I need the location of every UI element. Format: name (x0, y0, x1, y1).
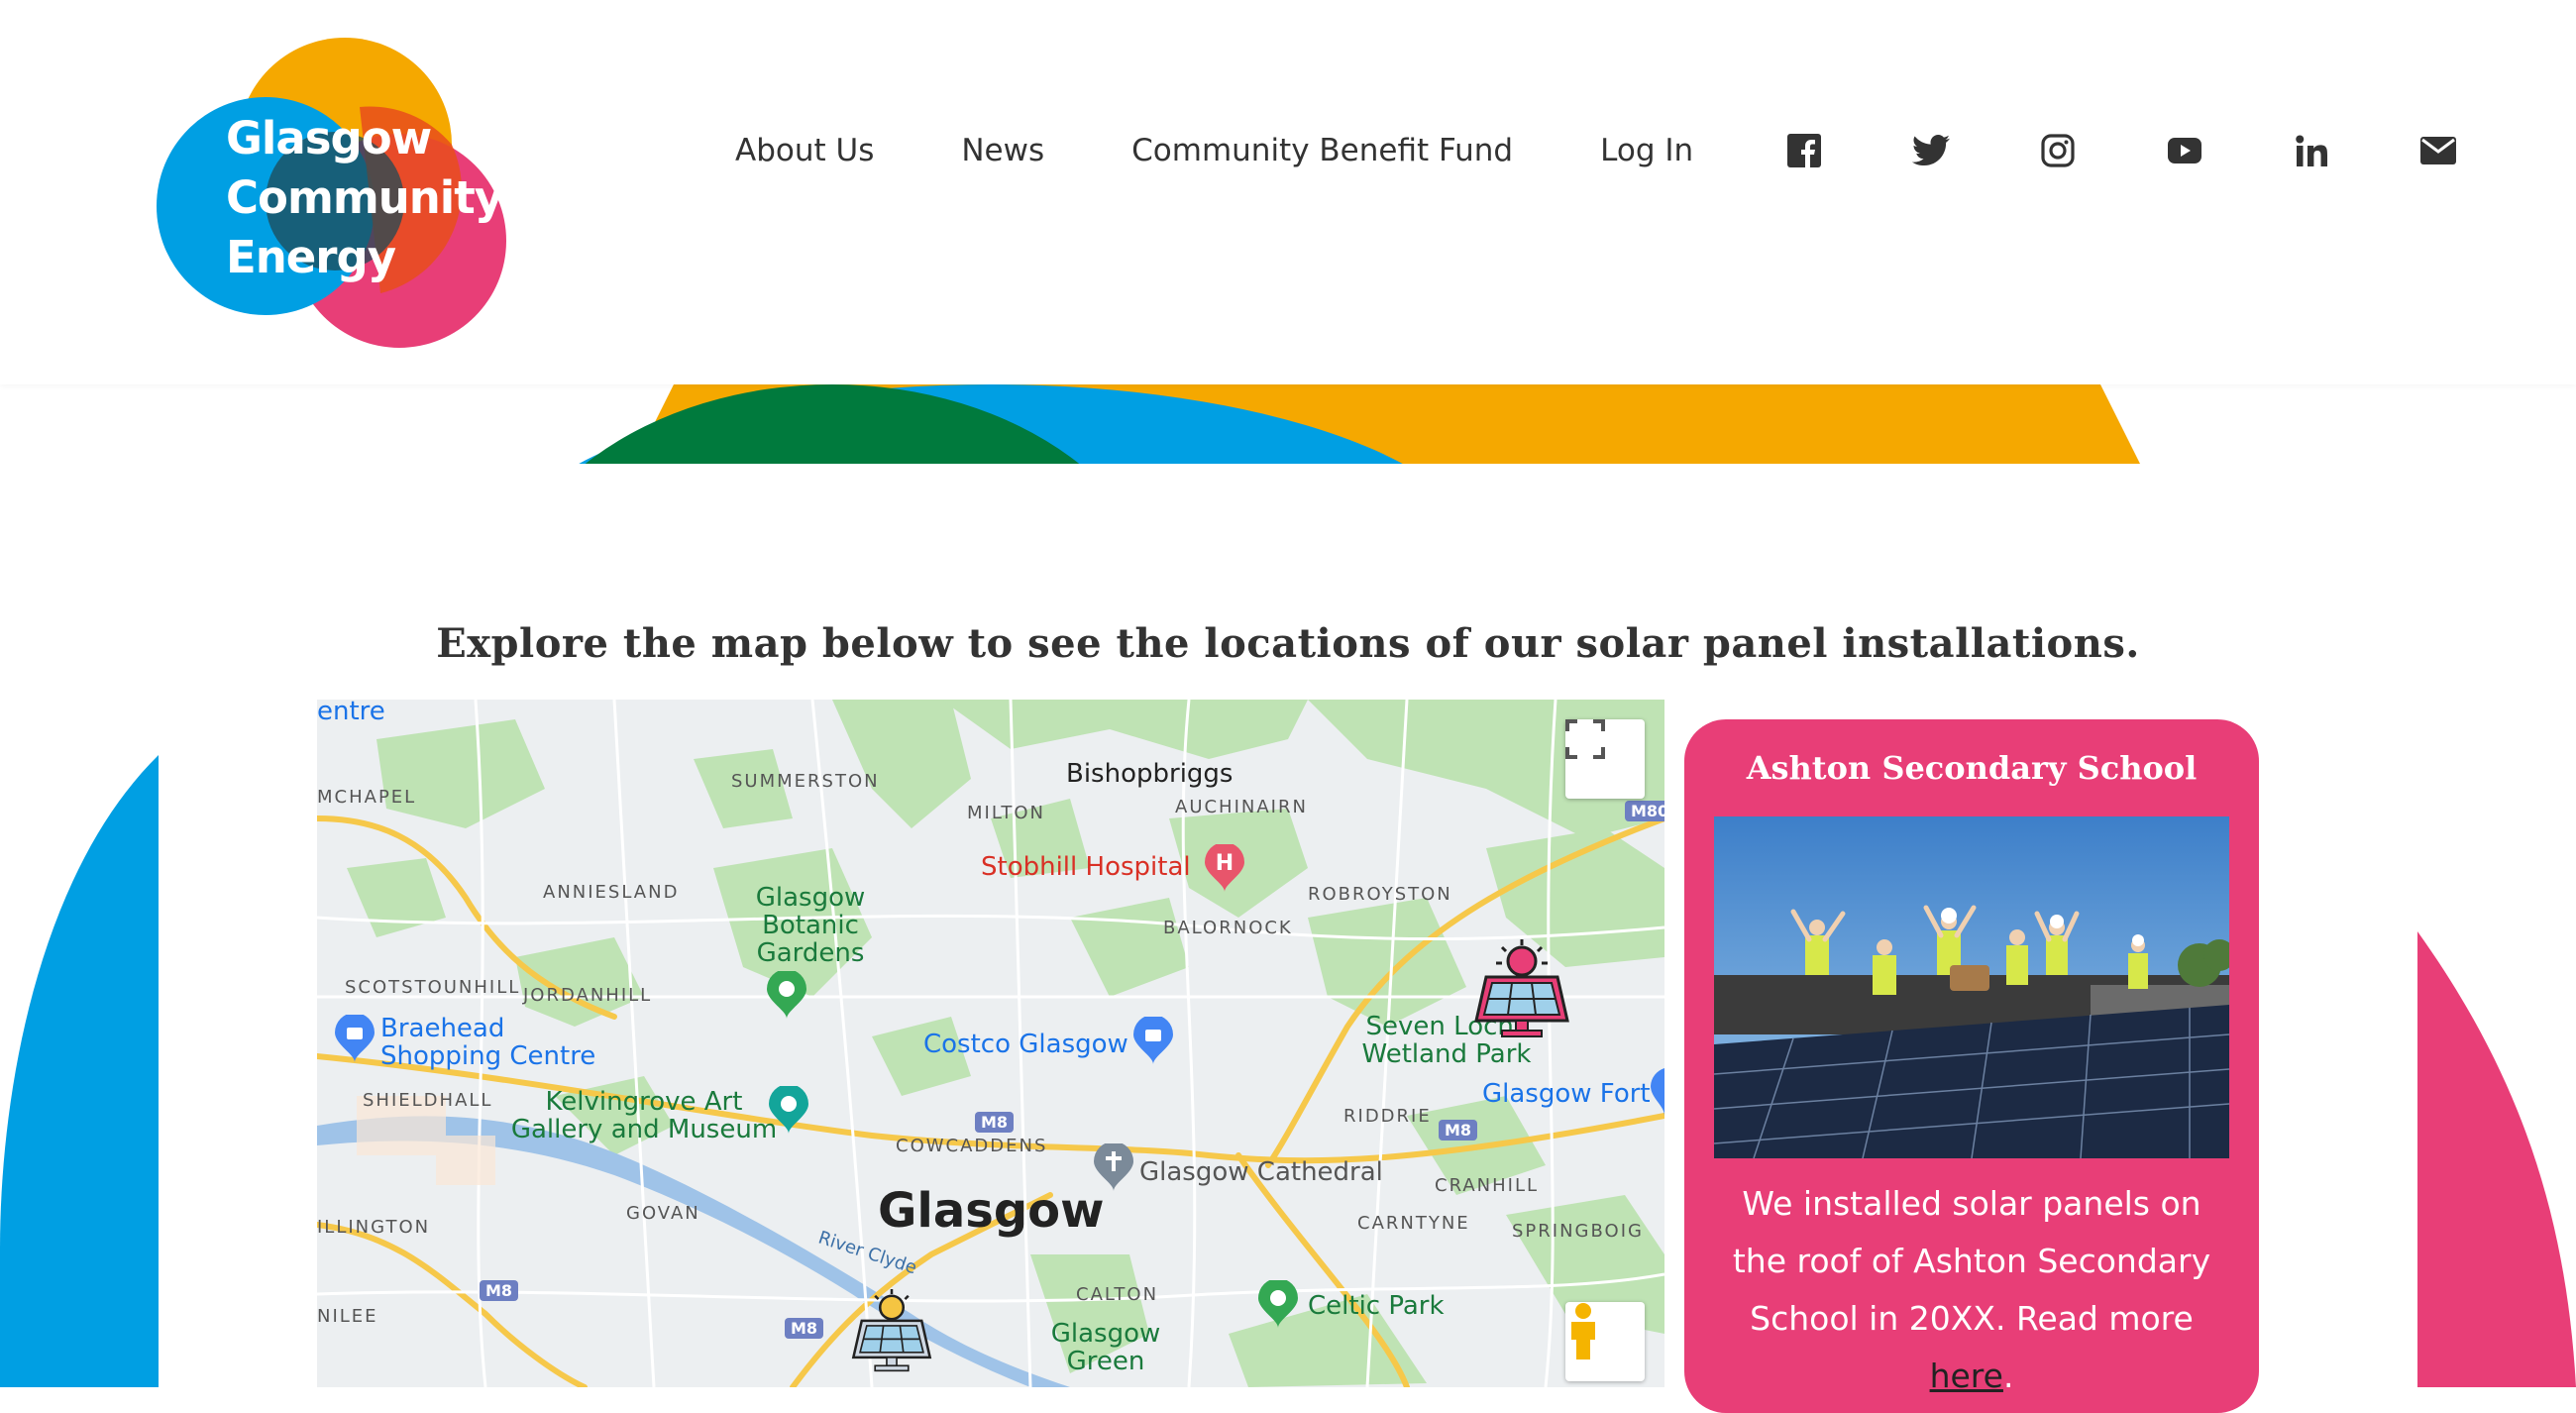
map-label-kelvingrove: Kelvingrove Art Gallery and Museum (510, 1087, 778, 1144)
map-district-label: SHIELDHALL (363, 1090, 493, 1111)
map-district-label: COWCADDENS (896, 1136, 1048, 1156)
card-description: We installed solar panels on the roof of… (1714, 1175, 2229, 1405)
logo-line-1: Glasgow (226, 112, 432, 164)
nav-news[interactable]: News (961, 133, 1044, 168)
map-label-stobhill-hospital: Stobhill Hospital (981, 852, 1191, 882)
logo-wordmark: Glasgow Community Energy (226, 109, 503, 287)
pegman-icon (1571, 1303, 1595, 1359)
road-shield-m8: M8 (1439, 1120, 1478, 1141)
map-label-braehead: Braehead Shopping Centre (380, 1014, 596, 1071)
main-nav: About Us News Community Benefit Fund Log… (735, 127, 2458, 174)
card-title: Ashton Secondary School (1746, 749, 2198, 787)
twitter-icon[interactable] (1911, 131, 1951, 170)
installations-map[interactable]: M8 M8 M8 M8 M80 SUMMERSTON MILTON AUCHIN… (317, 700, 1664, 1387)
map-district-label: SCOTSTOUNHILL (345, 977, 521, 998)
map-district-label: SUMMERSTON (731, 771, 880, 792)
map-district-label: AUCHINAIRN (1175, 797, 1308, 817)
map-district-label: SPRINGBOIG (1512, 1221, 1644, 1242)
nav-about-us[interactable]: About Us (735, 133, 874, 168)
map-label-glasgow-fort: Glasgow Fort (1482, 1079, 1651, 1109)
map-district-label: ILLINGTON (317, 1217, 431, 1238)
road-shield-m80: M80 (1625, 801, 1664, 821)
decorative-band (0, 384, 2576, 880)
map-district-label: CALTON (1076, 1284, 1159, 1305)
map-label-centre: entre (317, 700, 385, 726)
map-label-botanic-gardens: Glasgow Botanic Gardens (755, 883, 866, 968)
youtube-icon[interactable] (2165, 131, 2204, 170)
map-district-label: BALORNOCK (1163, 918, 1293, 938)
nav-community-benefit-fund[interactable]: Community Benefit Fund (1131, 133, 1513, 168)
map-district-label: CRANHILL (1435, 1175, 1540, 1196)
map-label-glasgow: Glasgow (878, 1183, 1105, 1239)
facebook-icon[interactable] (1784, 131, 1824, 170)
installation-photo (1714, 816, 2229, 1158)
map-label-costco: Costco Glasgow (923, 1030, 1128, 1059)
map-label-celtic-park: Celtic Park (1308, 1291, 1445, 1321)
map-district-label: MCHAPEL (317, 787, 417, 808)
read-more-link[interactable]: here (1930, 1357, 2003, 1395)
map-district-label: ANNIESLAND (543, 882, 680, 903)
installation-card: Ashton Secondary School We installed sol… (1684, 719, 2259, 1413)
page-heading: Explore the map below to see the locatio… (436, 620, 2140, 667)
road-shield-m8: M8 (480, 1280, 519, 1301)
map-label-glasgow-green: Glasgow Green (1050, 1319, 1161, 1376)
logo-line-3: Energy (226, 231, 396, 283)
map-label-cathedral: Glasgow Cathedral (1139, 1157, 1383, 1187)
map-district-label: MILTON (967, 803, 1046, 823)
map-district-label: NILEE (317, 1306, 378, 1327)
nav-log-in[interactable]: Log In (1600, 133, 1693, 168)
road-shield-m8: M8 (785, 1318, 824, 1339)
email-icon[interactable] (2418, 131, 2458, 170)
street-view-button[interactable] (1565, 1302, 1645, 1381)
fullscreen-button[interactable] (1565, 719, 1645, 799)
map-district-label: RIDDRIE (1343, 1106, 1432, 1127)
instagram-icon[interactable] (2038, 131, 2078, 170)
site-header: Glasgow Community Energy About Us News C… (0, 0, 2576, 384)
map-district-label: ROBROYSTON (1308, 884, 1452, 905)
card-description-text: We installed solar panels on the roof of… (1732, 1184, 2211, 1338)
social-links (1784, 131, 2458, 170)
road-shield-m8: M8 (975, 1112, 1015, 1133)
logo-line-2: Community (226, 171, 503, 224)
map-district-label: GOVAN (626, 1203, 700, 1224)
linkedin-icon[interactable] (2292, 131, 2331, 170)
map-label-bishopbriggs: Bishopbriggs (1066, 759, 1234, 789)
site-logo[interactable]: Glasgow Community Energy (157, 38, 509, 349)
card-description-end: . (2002, 1357, 2014, 1395)
fullscreen-icon (1565, 719, 1605, 759)
map-district-label: CARNTYNE (1357, 1213, 1470, 1234)
svg-text:H: H (1216, 851, 1234, 876)
map-district-label: JORDANHILL (523, 985, 653, 1006)
